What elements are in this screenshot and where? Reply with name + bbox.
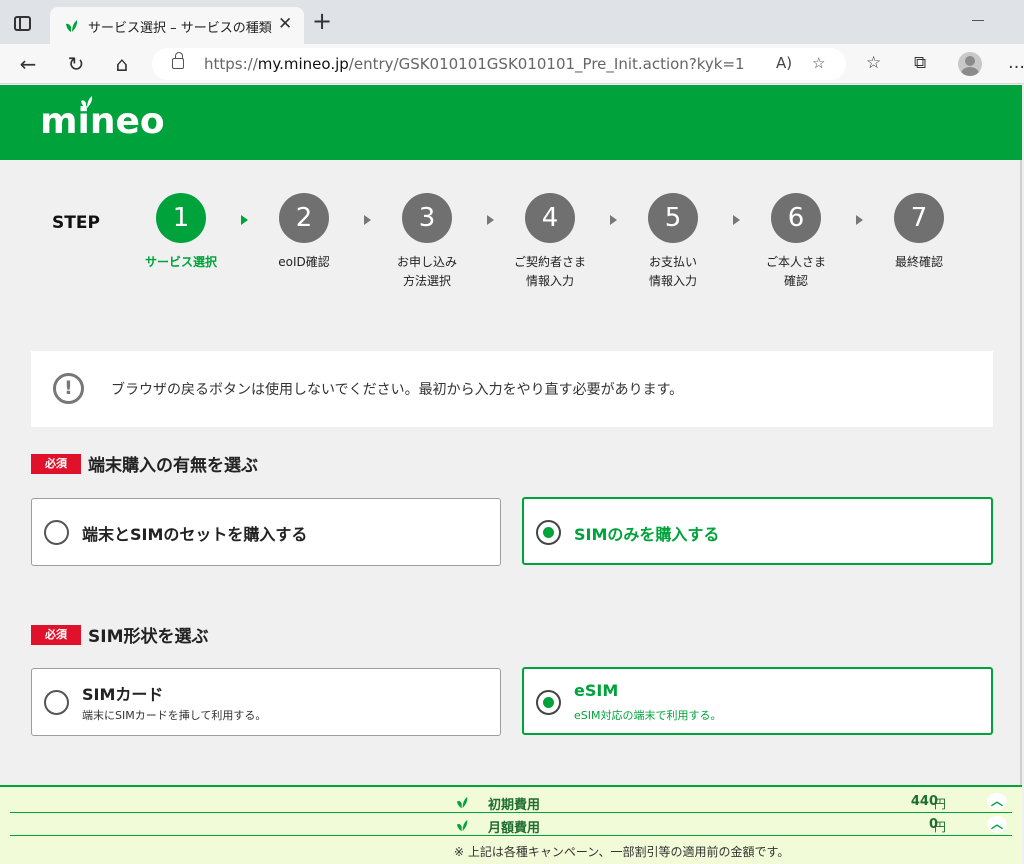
page-content: mineo STEP 1 サービス選択 2 eoID確認 3 お申し込み 方法選択… — [0, 85, 1022, 864]
profile-avatar[interactable] — [958, 52, 982, 76]
step-number: 5 — [648, 193, 698, 243]
step-5: 5 お支払い 情報入力 — [618, 193, 728, 291]
option-label: SIMのみを購入する — [574, 525, 720, 544]
step-2: 2 eoID確認 — [249, 193, 359, 272]
option-sim-only[interactable]: SIMのみを購入する — [522, 497, 993, 565]
step-number: 3 — [402, 193, 452, 243]
home-icon[interactable]: ⌂ — [110, 52, 134, 76]
tab-title: サービス選択 – サービスの種類 — [88, 21, 272, 36]
step-arrow-icon — [364, 215, 371, 225]
device-section-title: 必須 端末購入の有無を選ぶ — [31, 451, 258, 476]
step-arrow-icon — [610, 215, 617, 225]
fee-summary-bar: 初期費用 440 円 ︿ 月額費用 0 円 ︿ ※ 上記は各種キャンペーン、一部… — [0, 785, 1022, 864]
option-label: SIMカード — [82, 685, 164, 704]
section-heading: SIM形状を選ぶ — [88, 627, 209, 647]
fee-unit: 円 — [934, 797, 947, 811]
step-3: 3 お申し込み 方法選択 — [372, 193, 482, 291]
fee-unit: 円 — [934, 820, 947, 834]
notice-text: ブラウザの戻るボタンは使用しないでください。最初から入力をやり直す必要があります… — [111, 382, 684, 398]
add-favorite-icon[interactable]: ☆ — [812, 54, 825, 72]
option-label: eSIM — [574, 681, 619, 700]
option-esim[interactable]: eSIM eSIM対応の端末で利用する。 — [522, 667, 993, 735]
option-description: 端末にSIMカードを挿して利用する。 — [82, 709, 267, 722]
mineo-leaf-icon — [457, 819, 468, 832]
mineo-logo[interactable]: mineo — [40, 101, 165, 142]
url-text[interactable]: https://my.mineo.jp/entry/GSK010101GSK01… — [204, 55, 745, 73]
browser-address-bar: ← ↻ ⌂ https://my.mineo.jp/entry/GSK01010… — [0, 44, 1024, 84]
option-description: eSIM対応の端末で利用する。 — [574, 709, 722, 722]
step-4: 4 ご契約者さま 情報入力 — [495, 193, 605, 291]
tab-actions-icon[interactable] — [14, 16, 31, 31]
fee-note: ※ 上記は各種キャンペーン、一部割引等の適用前の金額です。 — [454, 845, 790, 859]
option-sim-card[interactable]: SIMカード 端末にSIMカードを挿して利用する。 — [31, 668, 501, 736]
step-6: 6 ご本人さま 確認 — [741, 193, 851, 291]
back-icon[interactable]: ← — [16, 52, 40, 76]
required-badge: 必須 — [31, 453, 81, 474]
notice-box: ! ブラウザの戻るボタンは使用しないでください。最初から入力をやり直す必要があり… — [31, 351, 993, 427]
step-arrow-icon — [487, 215, 494, 225]
fee-row-initial[interactable]: 初期費用 440 円 ︿ — [10, 791, 1012, 813]
mineo-leaf-icon — [457, 796, 468, 809]
window-minimize-icon[interactable] — [972, 20, 984, 21]
option-label: 端末とSIMのセットを購入する — [82, 525, 308, 544]
step-text: お支払い 情報入力 — [648, 255, 697, 288]
step-7: 7 最終確認 — [864, 193, 974, 272]
section-heading: 端末購入の有無を選ぶ — [88, 456, 258, 476]
step-arrow-icon — [733, 215, 740, 225]
fee-label: 初期費用 — [488, 798, 541, 813]
required-badge: 必須 — [31, 624, 81, 645]
exclamation-icon: ! — [53, 373, 84, 404]
read-aloud-icon[interactable]: A) — [776, 54, 792, 72]
step-text: ご契約者さま 情報入力 — [513, 255, 586, 288]
url-field[interactable]: https://my.mineo.jp/entry/GSK010101GSK01… — [152, 48, 846, 80]
fee-label: 月額費用 — [488, 821, 541, 836]
browser-tab-bar: サービス選択 – サービスの種類 ✕ + — [0, 0, 1024, 44]
step-number: 4 — [525, 193, 575, 243]
browser-tab[interactable]: サービス選択 – サービスの種類 ✕ — [50, 7, 304, 44]
tab-close-icon[interactable]: ✕ — [278, 14, 292, 34]
step-text: 最終確認 — [894, 255, 943, 269]
new-tab-icon[interactable]: + — [312, 9, 332, 33]
option-device-and-sim[interactable]: 端末とSIMのセットを購入する — [31, 498, 501, 566]
step-text: eoID確認 — [278, 255, 330, 269]
favorites-icon[interactable]: ☆ — [866, 53, 881, 73]
brand-header: mineo — [0, 85, 1022, 160]
expand-chevron-icon[interactable]: ︿ — [987, 816, 1007, 833]
radio-button[interactable] — [44, 520, 69, 545]
sim-section-title: 必須 SIM形状を選ぶ — [31, 622, 209, 647]
radio-button-selected[interactable] — [536, 520, 561, 545]
step-number: 1 — [156, 193, 206, 243]
step-text: サービス選択 — [144, 255, 217, 269]
radio-button[interactable] — [44, 690, 69, 715]
lock-icon[interactable] — [172, 52, 184, 69]
step-1: 1 サービス選択 — [126, 193, 236, 272]
collections-icon[interactable]: ⧉ — [914, 53, 926, 73]
step-number: 7 — [894, 193, 944, 243]
fee-row-monthly[interactable]: 月額費用 0 円 ︿ — [10, 814, 1012, 836]
radio-button-selected[interactable] — [536, 690, 561, 715]
mineo-favicon-icon — [66, 20, 78, 32]
more-icon[interactable]: … — [1008, 53, 1024, 73]
step-text: ご本人さま 確認 — [765, 255, 826, 288]
refresh-icon[interactable]: ↻ — [64, 52, 88, 76]
logo-leaf-icon — [81, 96, 93, 108]
step-number: 2 — [279, 193, 329, 243]
step-label: STEP — [52, 213, 100, 233]
step-text: お申し込み 方法選択 — [396, 255, 457, 288]
step-arrow-icon — [856, 215, 863, 225]
step-arrow-icon — [241, 215, 248, 225]
step-number: 6 — [771, 193, 821, 243]
expand-chevron-icon[interactable]: ︿ — [987, 793, 1007, 810]
